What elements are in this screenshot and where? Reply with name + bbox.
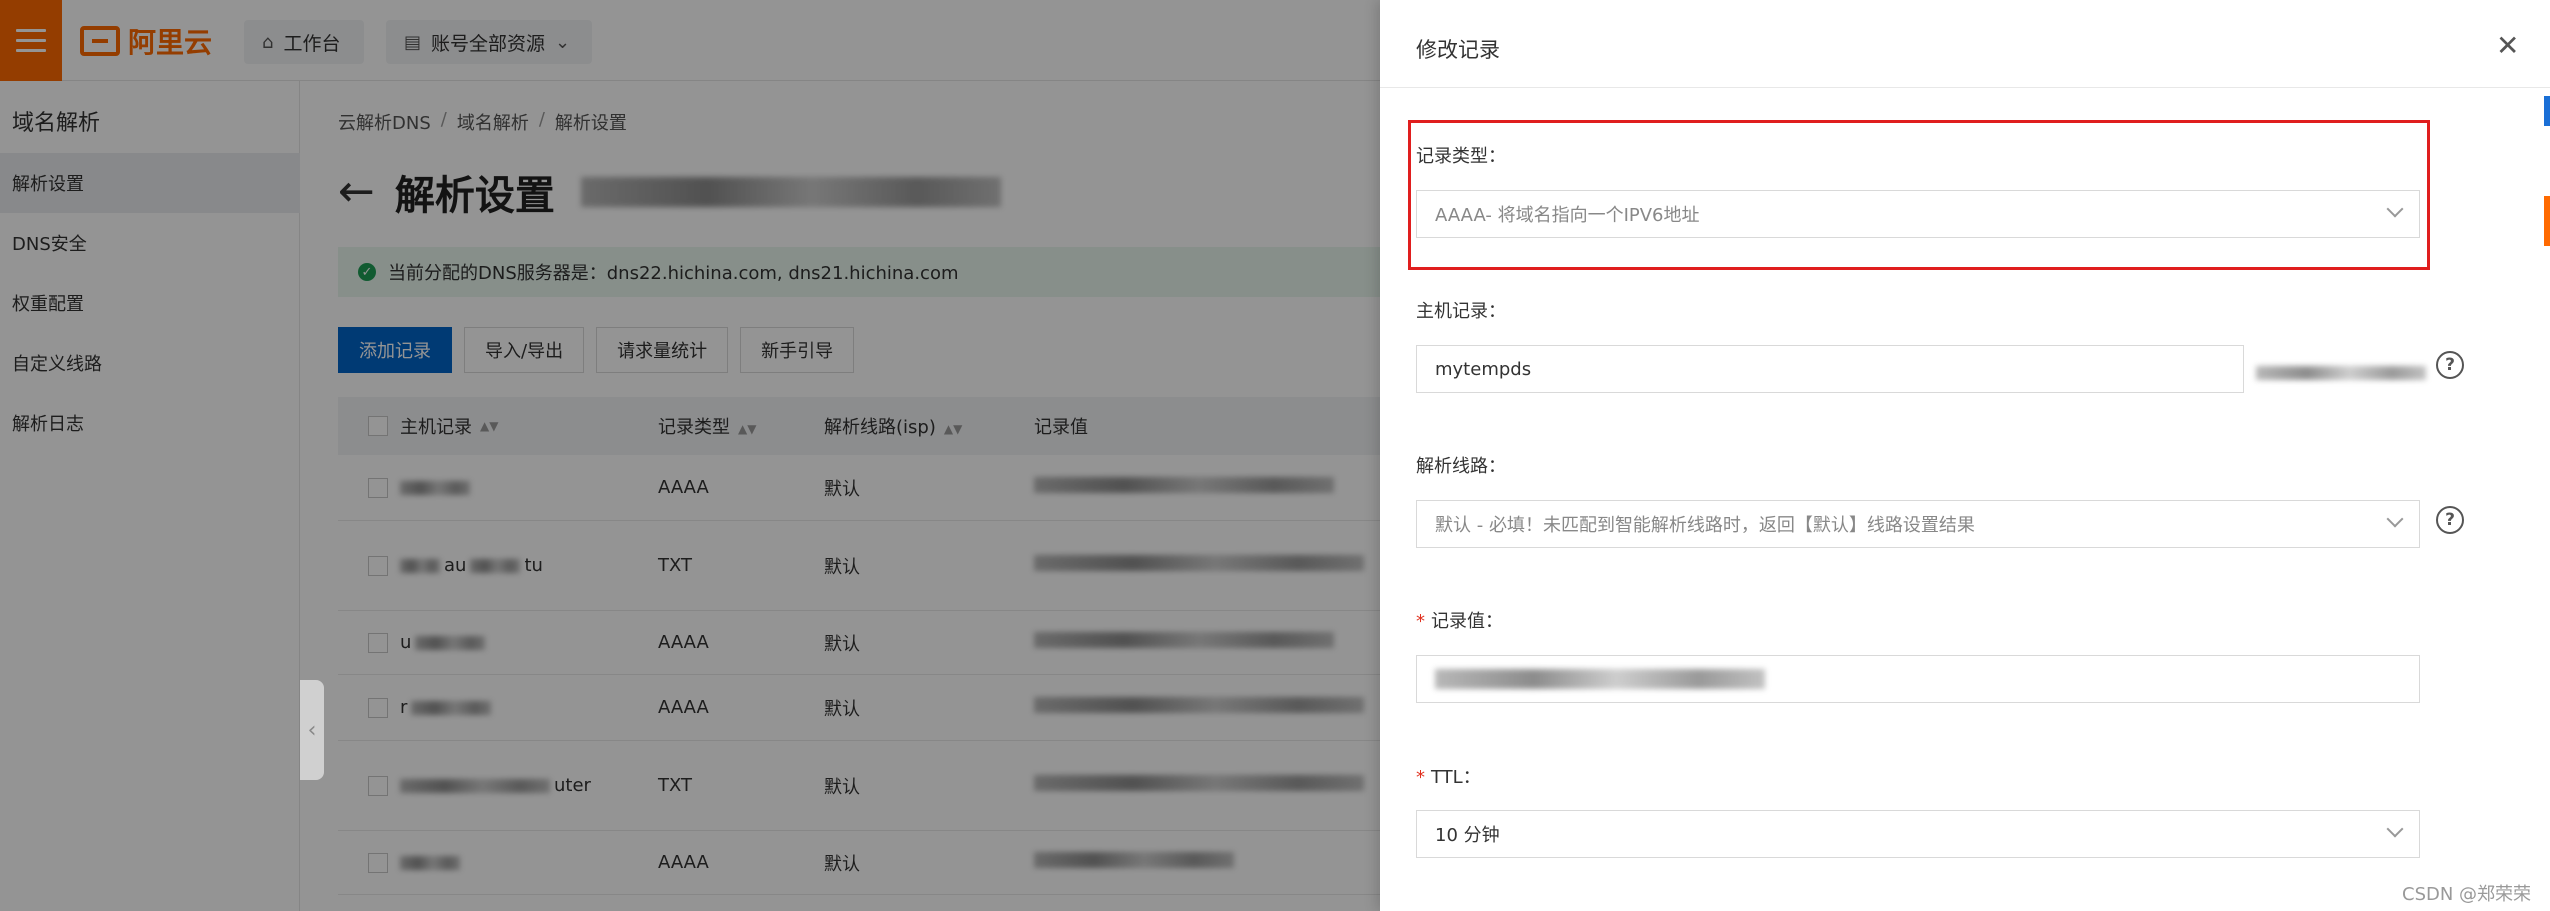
- scroll-indicator: [2544, 96, 2550, 126]
- modal-overlay[interactable]: [0, 0, 1380, 911]
- record-type-value: AAAA- 将域名指向一个IPV6地址: [1435, 205, 1700, 226]
- record-value-input[interactable]: [1416, 655, 2420, 703]
- required-mark: *: [1416, 767, 1425, 788]
- drawer-header: 修改记录 ✕: [1380, 0, 2550, 88]
- close-icon[interactable]: ✕: [2496, 32, 2519, 60]
- edit-record-drawer: 修改记录 ✕ 记录类型： AAAA- 将域名指向一个IPV6地址 主机记录： m…: [1380, 0, 2550, 911]
- drawer-title: 修改记录: [1416, 38, 1500, 62]
- chevron-down-icon: [2386, 820, 2404, 838]
- resolution-line-select[interactable]: 默认 - 必填！未匹配到智能解析线路时，返回【默认】线路设置结果: [1416, 500, 2420, 548]
- ttl-label: * TTL：: [1416, 767, 1481, 788]
- resolution-line-label: 解析线路：: [1416, 456, 1506, 477]
- chevron-left-icon: ‹: [307, 717, 317, 743]
- host-record-input[interactable]: mytempds: [1416, 345, 2244, 393]
- host-record-value: mytempds: [1435, 358, 1532, 380]
- redacted-ip-value: [1435, 669, 1765, 689]
- resolution-line-value: 默认 - 必填！未匹配到智能解析线路时，返回【默认】线路设置结果: [1435, 515, 1975, 536]
- collapse-sidebar-handle[interactable]: ‹: [300, 680, 324, 780]
- record-type-label: 记录类型：: [1416, 146, 1506, 167]
- scroll-indicator: [2544, 196, 2550, 246]
- ttl-value: 10 分钟: [1435, 825, 1500, 846]
- record-value-label: * 记录值：: [1416, 611, 1503, 632]
- chevron-down-icon: [2386, 510, 2404, 528]
- help-icon[interactable]: ?: [2436, 351, 2464, 379]
- required-mark: *: [1416, 611, 1425, 632]
- chevron-down-icon: [2386, 200, 2404, 218]
- record-type-select[interactable]: AAAA- 将域名指向一个IPV6地址: [1416, 190, 2420, 238]
- csdn-watermark: CSDN @郑荣荣: [2402, 884, 2532, 905]
- redacted-domain-suffix: [2256, 366, 2426, 380]
- ttl-select[interactable]: 10 分钟: [1416, 810, 2420, 858]
- host-record-label: 主机记录：: [1416, 301, 1506, 322]
- help-icon[interactable]: ?: [2436, 506, 2464, 534]
